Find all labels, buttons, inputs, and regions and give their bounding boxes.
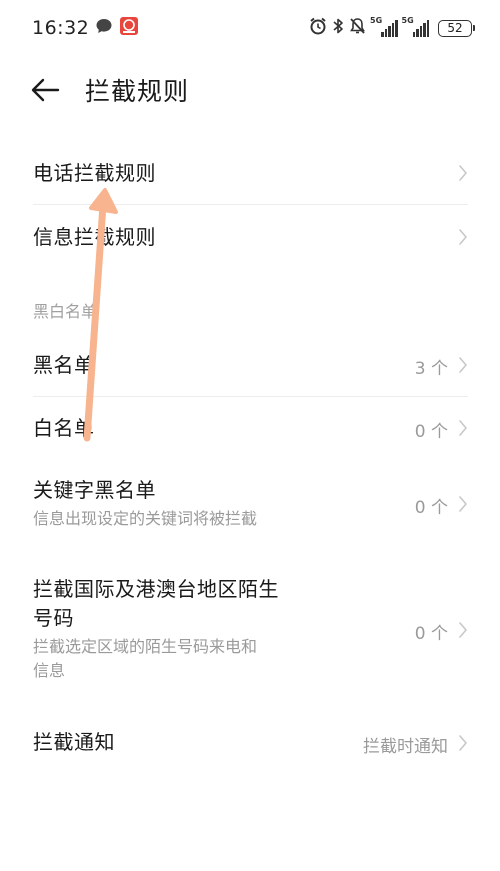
whitelist-row[interactable]: 白名单 0 个	[0, 397, 500, 459]
arrow-left-icon	[31, 78, 60, 102]
notification-value: 拦截时通知	[363, 737, 448, 757]
intl-block-title-line1: 拦截国际及港澳台地区陌生	[33, 577, 279, 601]
blacklist-count: 3 个	[414, 359, 448, 379]
blacklist-title: 黑名单	[33, 353, 95, 377]
alarm-icon	[309, 17, 327, 39]
keyword-blacklist-title: 关键字黑名单	[33, 478, 156, 502]
call-rules-title: 电话拦截规则	[33, 161, 156, 185]
intl-block-row[interactable]: 拦截国际及港澳台地区陌生 号码 拦截选定区域的陌生号码来电和 信息 0 个	[0, 566, 500, 696]
notification-title: 拦截通知	[33, 730, 115, 754]
message-rules-row[interactable]: 信息拦截规则	[0, 205, 500, 269]
page-title: 拦截规则	[85, 77, 190, 106]
chat-bubble-icon	[95, 17, 113, 39]
notification-row[interactable]: 拦截通知 拦截时通知	[0, 711, 500, 775]
bluetooth-icon	[332, 17, 344, 39]
keyword-blacklist-subtitle: 信息出现设定的关键词将被拦截	[33, 509, 258, 528]
keyword-blacklist-count: 0 个	[414, 498, 448, 518]
status-left: 16:32	[32, 16, 139, 40]
app-header: 拦截规则	[0, 62, 500, 118]
chevron-right-icon	[459, 622, 467, 638]
keyword-blacklist-row[interactable]: 关键字黑名单 信息出现设定的关键词将被拦截 0 个	[0, 464, 500, 544]
back-button[interactable]	[28, 74, 64, 106]
signal-2-icon: 5G	[401, 16, 429, 37]
whitelist-count: 0 个	[414, 422, 448, 442]
network-type-1: 5G	[370, 16, 383, 25]
chevron-right-icon	[459, 420, 467, 436]
chevron-right-icon	[459, 496, 467, 512]
battery-icon: 52	[438, 19, 475, 37]
network-type-2: 5G	[401, 16, 414, 25]
intl-block-count: 0 个	[414, 624, 448, 644]
chevron-right-icon	[459, 735, 467, 751]
bell-off-icon	[349, 17, 366, 39]
status-time: 16:32	[32, 17, 90, 39]
section-header-black-white: 黑白名单	[33, 302, 98, 321]
intl-block-title-line2: 号码	[33, 606, 74, 630]
chevron-right-icon	[459, 229, 467, 245]
blacklist-row[interactable]: 黑名单 3 个	[0, 334, 500, 396]
intl-block-subtitle-line2: 信息	[33, 661, 66, 680]
call-rules-row[interactable]: 电话拦截规则	[0, 142, 500, 204]
status-right: 5G 5G 52	[309, 16, 475, 39]
whitelist-title: 白名单	[33, 416, 95, 440]
chevron-right-icon	[459, 165, 467, 181]
chevron-right-icon	[459, 357, 467, 373]
app-badge-icon	[119, 16, 139, 40]
message-rules-title: 信息拦截规则	[33, 225, 156, 249]
intl-block-subtitle-line1: 拦截选定区域的陌生号码来电和	[33, 637, 258, 656]
status-bar: 16:32 5G 5G 52	[0, 0, 500, 56]
signal-1-icon: 5G	[370, 16, 398, 37]
